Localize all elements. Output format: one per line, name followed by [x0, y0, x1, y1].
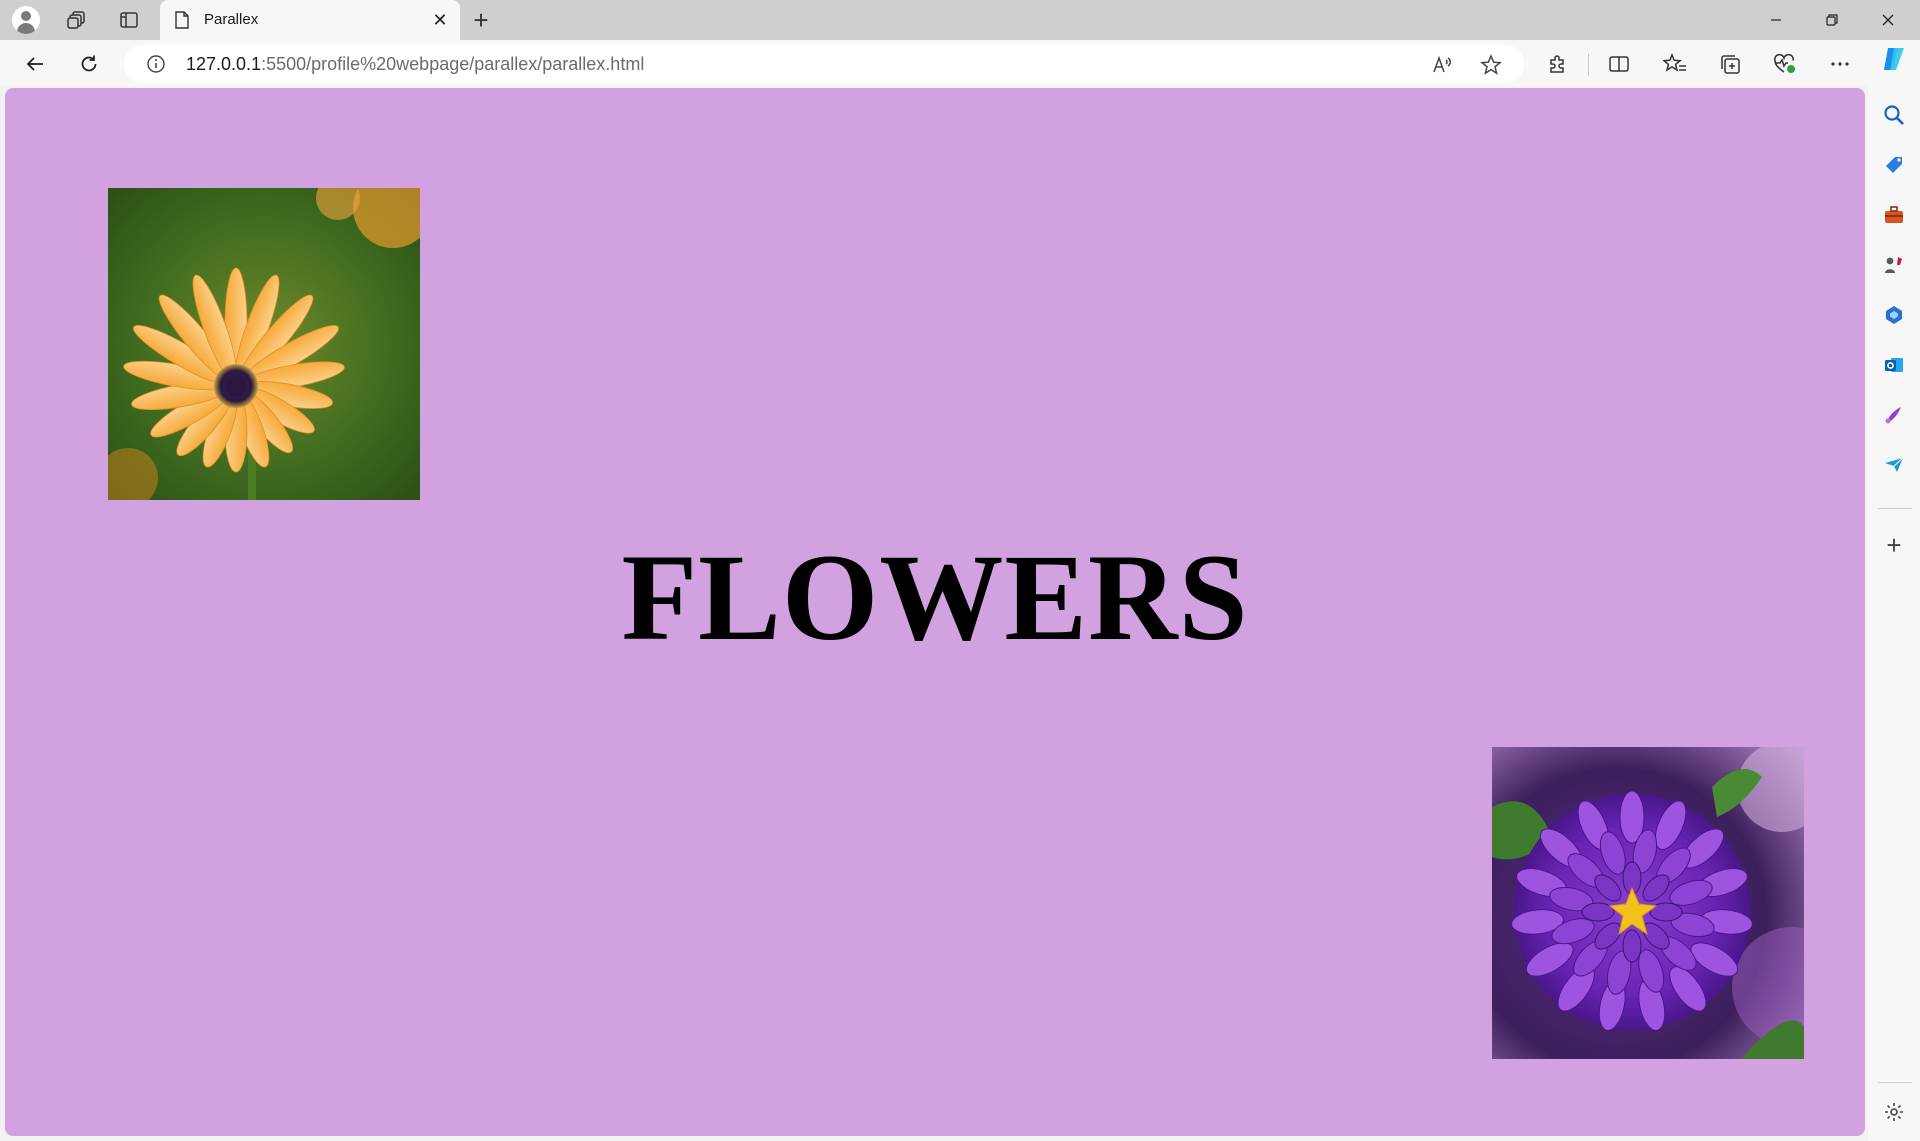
designer-icon[interactable]: [1879, 400, 1909, 430]
toolbar-divider: [1588, 54, 1589, 76]
page-document-icon: [175, 11, 189, 29]
url-text[interactable]: 127.0.0.1:5500/profile%20webpage/paralle…: [186, 54, 644, 75]
more-dots-icon[interactable]: [1825, 49, 1855, 79]
heart-pulse-icon[interactable]: [1770, 49, 1800, 79]
favorites-icon[interactable]: [1660, 49, 1690, 79]
extensions-icon[interactable]: [1543, 49, 1573, 79]
tools-briefcase-icon[interactable]: [1879, 200, 1909, 230]
page-viewport: FLOWERS: [5, 88, 1865, 1136]
split-screen-icon[interactable]: [1604, 49, 1634, 79]
outlook-icon[interactable]: [1879, 350, 1909, 380]
new-tab-button[interactable]: +: [466, 5, 496, 35]
minimize-icon[interactable]: [1748, 0, 1804, 40]
games-icon[interactable]: [1879, 250, 1909, 280]
edge-sidebar: +: [1868, 40, 1920, 1141]
shopping-tag-icon[interactable]: [1879, 150, 1909, 180]
tab-bar: Parallex ✕ +: [0, 0, 1920, 40]
copilot-icon[interactable]: [1879, 44, 1909, 74]
page-title: FLOWERS: [621, 529, 1249, 666]
workspaces-icon[interactable]: [62, 5, 92, 35]
address-bar[interactable]: 127.0.0.1:5500/profile%20webpage/paralle…: [124, 45, 1524, 83]
orange-flower-image: [108, 188, 420, 500]
microsoft365-icon[interactable]: [1879, 300, 1909, 330]
browser-window: Parallex ✕ + 127.0.0.1:5500/profile%20we…: [0, 0, 1920, 1141]
profile-avatar-icon[interactable]: [12, 6, 40, 34]
close-tab-icon[interactable]: ✕: [428, 8, 452, 32]
restore-icon[interactable]: [1804, 0, 1860, 40]
url-host: 127.0.0.1: [186, 54, 262, 74]
add-sidebar-app-icon[interactable]: +: [1879, 530, 1909, 560]
read-aloud-icon[interactable]: [1429, 52, 1455, 78]
url-path: :5500/profile%20webpage/parallex/paralle…: [261, 54, 645, 74]
sidebar-divider-bottom: [1878, 1082, 1912, 1083]
search-icon[interactable]: [1879, 100, 1909, 130]
navigation-toolbar: 127.0.0.1:5500/profile%20webpage/paralle…: [0, 40, 1920, 86]
gear-icon[interactable]: [1879, 1097, 1909, 1127]
close-window-icon[interactable]: [1860, 0, 1916, 40]
refresh-icon[interactable]: [72, 47, 106, 81]
tab-parallex[interactable]: Parallex ✕: [160, 0, 460, 40]
purple-flower-image: [1492, 747, 1804, 1059]
star-icon[interactable]: [1478, 52, 1504, 78]
info-icon[interactable]: [146, 54, 166, 74]
sidebar-divider: [1878, 508, 1912, 509]
drop-icon[interactable]: [1879, 450, 1909, 480]
tab-title: Parallex: [204, 11, 259, 28]
vertical-tabs-icon[interactable]: [114, 5, 144, 35]
collections-icon[interactable]: [1715, 49, 1745, 79]
back-arrow-icon[interactable]: [18, 47, 52, 81]
